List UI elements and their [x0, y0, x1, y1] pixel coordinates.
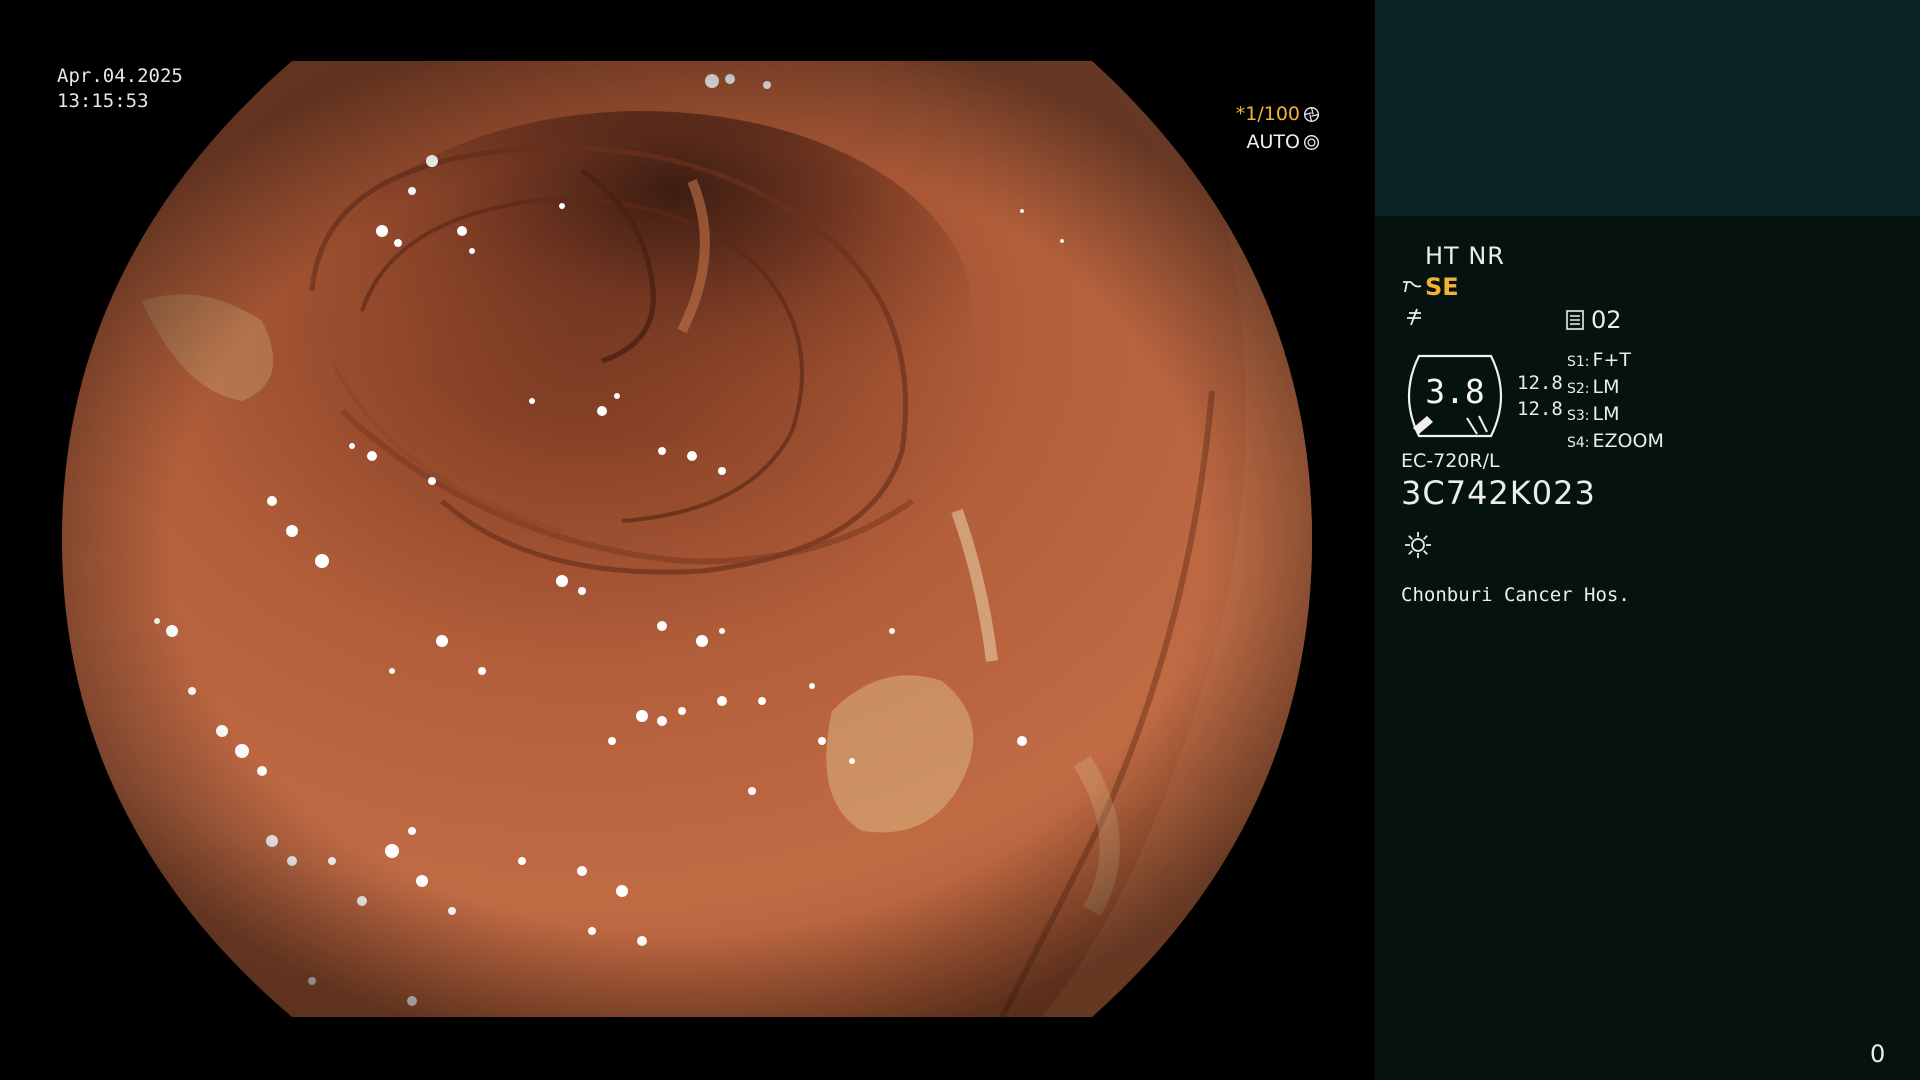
light-source-icon [1405, 532, 1431, 558]
switch-key: S4: [1567, 435, 1590, 451]
iris-mode: AUTO [1246, 131, 1300, 153]
switch-row: S1: F+T [1567, 348, 1664, 375]
image-counter: 0 [1870, 1040, 1886, 1068]
switch-key: S1: [1567, 354, 1590, 370]
switch-value: LM [1592, 403, 1620, 425]
exam-time: 13:15:53 [57, 90, 149, 112]
switch-value: LM [1592, 376, 1620, 398]
switch-value: EZOOM [1592, 430, 1664, 452]
info-panel: HT NR SE 02 3.8 12.8 12.8 S1: F+T S2: LM… [1375, 0, 1920, 1080]
endoscopic-image [62, 61, 1312, 1017]
shutter-speed: *1/100 [1235, 103, 1300, 125]
exposure-status: *1/100 AUTO [1236, 100, 1320, 156]
shutter-icon [1304, 106, 1319, 122]
switch-row: S3: LM [1567, 402, 1664, 429]
filter-icon [1407, 308, 1421, 326]
zoom-value: 3.8 [1425, 372, 1485, 411]
iris-icon [1304, 134, 1319, 150]
hospital-name: Chonburi Cancer Hos. [1401, 584, 1630, 606]
structure-enhancement: SE [1401, 273, 1459, 301]
date-time: Apr.04.2025 13:15:53 [57, 64, 183, 114]
panel-header-area [1375, 0, 1920, 216]
enhancement-mode: HT NR [1425, 242, 1505, 270]
se-label: SE [1425, 273, 1459, 301]
switch-row: S2: LM [1567, 375, 1664, 402]
switch-row: S4: EZOOM [1567, 429, 1664, 456]
serial-number: 3C742K023 [1401, 474, 1596, 512]
scope-switches: S1: F+T S2: LM S3: LM S4: EZOOM [1567, 348, 1664, 456]
memory-slot-value: 02 [1591, 306, 1622, 334]
gauge-value-2: 12.8 [1517, 398, 1563, 420]
structure-enhance-icon [1403, 281, 1422, 293]
memory-card-icon [1566, 310, 1584, 330]
endoscopy-screen: Apr.04.2025 13:15:53 *1/100 AUTO HT NR S… [0, 0, 1920, 1080]
scope-model: EC-720R/L [1401, 450, 1500, 472]
switch-value: F+T [1592, 349, 1631, 371]
switch-key: S2: [1567, 381, 1590, 397]
gauge-value-1: 12.8 [1517, 372, 1563, 394]
gauge-values: 12.8 12.8 [1517, 370, 1563, 422]
switch-key: S3: [1567, 408, 1590, 424]
memory-slot: 02 [1565, 306, 1622, 334]
exam-date: Apr.04.2025 [57, 65, 183, 87]
